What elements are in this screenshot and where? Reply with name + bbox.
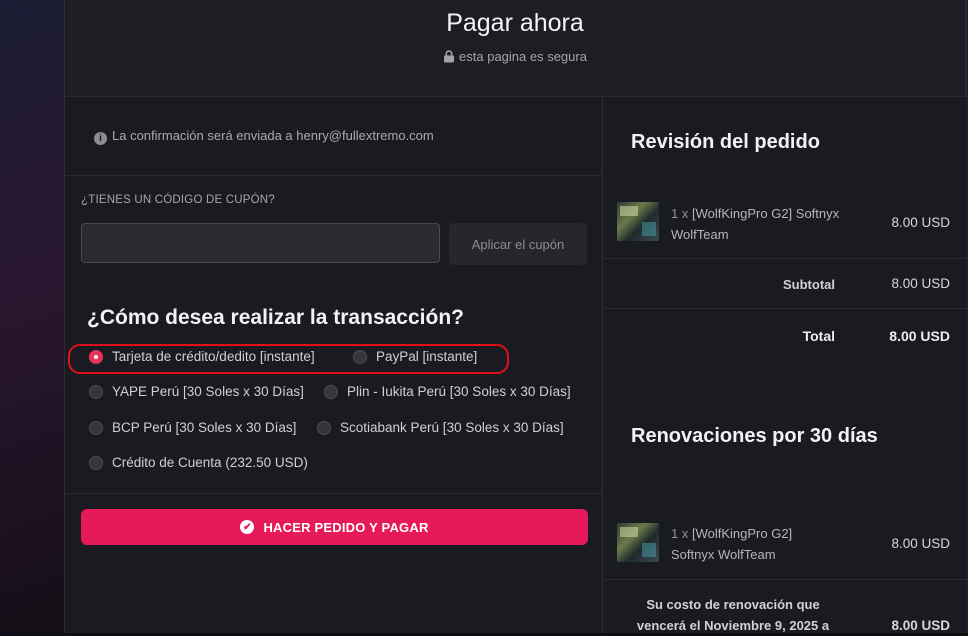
renewal-item-name: 1 x [WolfKingPro G2] Softnyx WolfTeam bbox=[671, 523, 821, 565]
item-quantity: 1 x bbox=[671, 526, 689, 541]
payment-option-label: YAPE Perú [30 Soles x 30 Días] bbox=[112, 384, 304, 399]
radio-button[interactable] bbox=[89, 420, 103, 435]
order-review-title: Revisión del pedido bbox=[631, 131, 820, 153]
divider bbox=[603, 308, 966, 309]
total-value: 8.00 USD bbox=[889, 328, 950, 344]
background-left bbox=[0, 0, 66, 633]
payment-option-label: BCP Perú [30 Soles x 30 Días] bbox=[112, 420, 297, 435]
payment-option-plin[interactable]: Plin - Iukita Perú [30 Soles x 30 Días] bbox=[324, 384, 571, 399]
radio-button[interactable] bbox=[324, 384, 338, 399]
radio-button[interactable] bbox=[89, 455, 103, 470]
apply-coupon-button[interactable]: Aplicar el cupón bbox=[449, 223, 587, 265]
payment-option-paypal[interactable]: PayPal [instante] bbox=[353, 349, 477, 364]
confirmation-notice: i La confirmación será enviada a henry@fu… bbox=[94, 128, 434, 145]
secure-notice: esta pagina es segura bbox=[65, 49, 965, 64]
payment-option-label: Scotiabank Perú [30 Soles x 30 Días] bbox=[340, 420, 564, 435]
divider bbox=[65, 493, 601, 494]
divider bbox=[603, 579, 966, 580]
order-summary-column: Revisión del pedido 1 x [WolfKingPro G2]… bbox=[602, 97, 966, 633]
item-price: 8.00 USD bbox=[891, 215, 950, 230]
place-order-label: HACER PEDIDO Y PAGAR bbox=[263, 519, 429, 535]
item-quantity: 1 x bbox=[671, 206, 689, 221]
radio-button[interactable] bbox=[353, 349, 367, 364]
check-icon: ✔ bbox=[240, 520, 255, 534]
place-order-button[interactable]: ✔ HACER PEDIDO Y PAGAR bbox=[81, 509, 588, 545]
checkout-page: Pagar ahora esta pagina es segura i La co… bbox=[64, 0, 966, 633]
subtotal-value: 8.00 USD bbox=[891, 276, 950, 291]
payment-option-label: Crédito de Cuenta (232.50 USD) bbox=[112, 455, 308, 470]
subtotal-label: Subtotal bbox=[783, 277, 835, 292]
coupon-label: ¿TIENES UN CÓDIGO DE CUPÓN? bbox=[81, 194, 275, 206]
renewals-title: Renovaciones por 30 días bbox=[631, 425, 878, 447]
secure-text: esta pagina es segura bbox=[459, 49, 587, 64]
payment-option-scotiabank[interactable]: Scotiabank Perú [30 Soles x 30 Días] bbox=[317, 420, 564, 435]
payment-option-account-credit[interactable]: Crédito de Cuenta (232.50 USD) bbox=[89, 455, 308, 470]
order-item-name: 1 x [WolfKingPro G2] Softnyx WolfTeam bbox=[671, 203, 856, 245]
renewal-note: Su costo de renovación que vencerá el No… bbox=[636, 597, 830, 633]
item-title: [WolfKingPro G2] Softnyx WolfTeam bbox=[671, 526, 793, 562]
radio-button[interactable] bbox=[89, 349, 103, 364]
radio-button[interactable] bbox=[89, 384, 103, 399]
payment-option-label: Tarjeta de crédito/dedito [instante] bbox=[112, 349, 315, 364]
payment-option-credit-card[interactable]: Tarjeta de crédito/dedito [instante] bbox=[89, 349, 315, 364]
confirmation-text: La confirmación será enviada a henry@ful… bbox=[112, 128, 434, 143]
page-title: Pagar ahora bbox=[446, 9, 584, 37]
page-header: Pagar ahora esta pagina es segura bbox=[65, 0, 965, 97]
info-icon: i bbox=[94, 132, 107, 145]
divider bbox=[603, 258, 966, 259]
renewal-item-price: 8.00 USD bbox=[891, 536, 950, 551]
renewal-note-value: 8.00 USD bbox=[891, 618, 950, 633]
total-label: Total bbox=[802, 328, 835, 344]
payment-column: i La confirmación será enviada a henry@fu… bbox=[65, 97, 601, 633]
payment-option-label: Plin - Iukita Perú [30 Soles x 30 Días] bbox=[347, 384, 571, 399]
payment-option-label: PayPal [instante] bbox=[376, 349, 478, 364]
payment-method-title: ¿Cómo desea realizar la transacción? bbox=[87, 306, 464, 329]
lock-icon bbox=[444, 50, 455, 63]
product-thumbnail bbox=[617, 523, 659, 562]
payment-option-bcp[interactable]: BCP Perú [30 Soles x 30 Días] bbox=[89, 420, 296, 435]
item-title: [WolfKingPro G2] Softnyx WolfTeam bbox=[671, 206, 840, 242]
coupon-input[interactable] bbox=[81, 223, 440, 263]
product-thumbnail bbox=[617, 202, 659, 241]
divider bbox=[65, 175, 601, 176]
radio-button[interactable] bbox=[317, 420, 331, 435]
payment-option-yape[interactable]: YAPE Perú [30 Soles x 30 Días] bbox=[89, 384, 304, 399]
